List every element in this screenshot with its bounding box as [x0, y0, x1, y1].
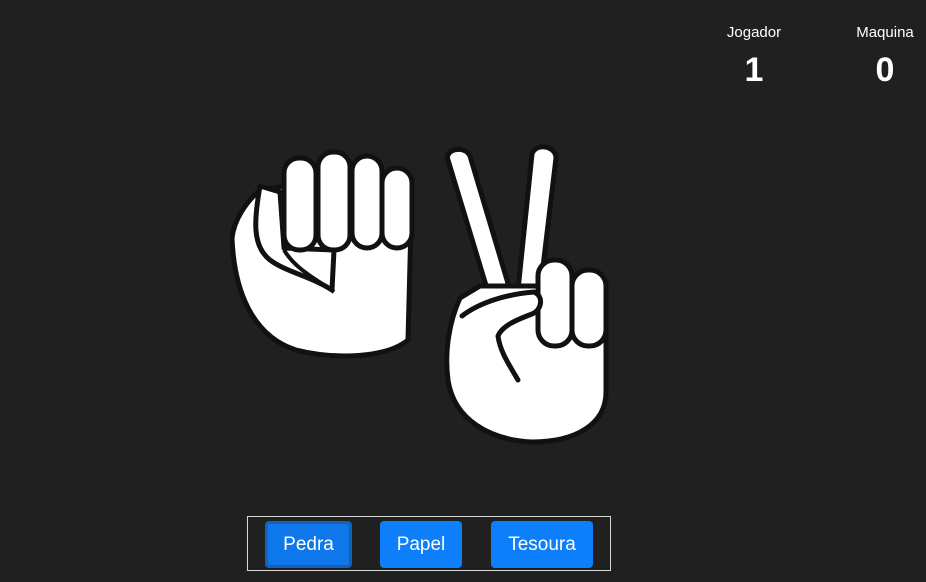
- player-score-label: Jogador: [726, 24, 782, 41]
- rock-button[interactable]: Pedra: [265, 521, 352, 568]
- paper-button[interactable]: Papel: [380, 521, 462, 568]
- game-screen: { "scoreboard": { "player_label": "Jogad…: [0, 0, 926, 582]
- player-score-panel: Jogador 1: [709, 24, 799, 90]
- machine-score-panel: Maquina 0: [840, 24, 926, 90]
- machine-score-value: 0: [875, 51, 895, 89]
- scissors-button[interactable]: Tesoura: [491, 521, 593, 568]
- choice-button-group: Pedra Papel Tesoura: [247, 516, 611, 571]
- machine-score-label: Maquina: [856, 24, 914, 41]
- player-score-value: 1: [744, 51, 764, 89]
- rock-hand-icon: [226, 140, 426, 362]
- scissors-hand-icon: [440, 140, 612, 446]
